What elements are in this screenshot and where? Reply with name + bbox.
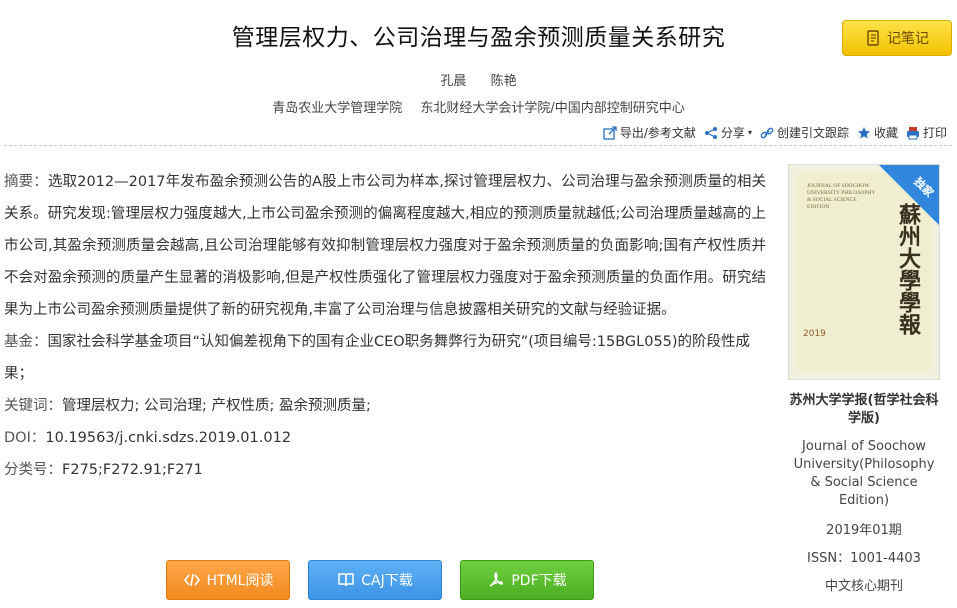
share-button[interactable]: 分享 ▾ bbox=[704, 124, 752, 141]
journal-english-name: Journal of Soochow University(Philosophy… bbox=[793, 439, 935, 508]
keywords: 关键词：管理层权力; 公司治理; 产权性质; 盈余预测质量; bbox=[4, 390, 766, 422]
caj-download-button[interactable]: CAJ下载 bbox=[308, 560, 442, 600]
organization-link[interactable]: 青岛农业大学管理学院 bbox=[272, 101, 402, 116]
star-icon bbox=[857, 126, 870, 138]
organization-list: 青岛农业大学管理学院 东北财经大学会计学院/中国内部控制研究中心 bbox=[0, 97, 957, 116]
export-icon bbox=[603, 125, 617, 140]
journal-panel: JOURNAL OF SOOCHOW UNIVERSITY PHILOSOPHY… bbox=[788, 164, 940, 594]
export-references-button[interactable]: 导出/参考文献 bbox=[603, 124, 696, 141]
author-link[interactable]: 陈艳 bbox=[491, 74, 517, 89]
classification-label: 分类号： bbox=[4, 462, 62, 478]
link-icon bbox=[760, 127, 774, 138]
create-citation-tracking-button[interactable]: 创建引文跟踪 bbox=[760, 124, 849, 141]
journal-core-status: 中文核心期刊 bbox=[824, 579, 903, 594]
abstract: 摘要：选取2012—2017年发布盈余预测公告的A股上市公司为样本,探讨管理层权… bbox=[4, 166, 766, 326]
organization-link[interactable]: 东北财经大学会计学院/中国内部控制研究中心 bbox=[420, 101, 684, 116]
print-button[interactable]: 打印 bbox=[906, 124, 947, 141]
keywords-label: 关键词： bbox=[4, 398, 62, 414]
journal-cover-image[interactable]: JOURNAL OF SOOCHOW UNIVERSITY PHILOSOPHY… bbox=[788, 164, 940, 380]
journal-issue-link[interactable]: 2019年01期 bbox=[788, 519, 940, 538]
share-icon bbox=[704, 126, 717, 139]
journal-name-link[interactable]: 苏州大学学报(哲学社会科学版) bbox=[788, 392, 940, 428]
pdf-icon bbox=[489, 571, 504, 587]
keywords-links[interactable]: 管理层权力; 公司治理; 产权性质; 盈余预测质量; bbox=[62, 398, 371, 414]
author-link[interactable]: 孔晨 bbox=[440, 74, 466, 89]
doi-label: DOI： bbox=[4, 430, 46, 446]
fund-link[interactable]: 国家社会科学基金项目“认知偏差视角下的国有企业CEO职务舞弊行为研究”(项目编号… bbox=[4, 334, 750, 382]
classification-value: F275;F272.91;F271 bbox=[62, 462, 203, 478]
favorite-button[interactable]: 收藏 bbox=[857, 124, 898, 141]
take-notes-label: 记笔记 bbox=[887, 31, 929, 47]
printer-icon bbox=[906, 126, 919, 139]
fund: 基金：国家社会科学基金项目“认知偏差视角下的国有企业CEO职务舞弊行为研究”(项… bbox=[4, 326, 766, 390]
code-icon bbox=[183, 573, 200, 587]
doi: DOI：10.19563/j.cnki.sdzs.2019.01.012 bbox=[4, 422, 766, 454]
notebook-icon bbox=[867, 30, 879, 46]
article-details: 摘要：选取2012—2017年发布盈余预测公告的A股上市公司为样本,探讨管理层权… bbox=[4, 166, 766, 486]
abstract-label: 摘要： bbox=[4, 174, 48, 190]
html-read-button[interactable]: HTML阅读 bbox=[166, 560, 290, 600]
article-toolbar: 导出/参考文献 分享 ▾ 创建引文跟踪 收藏 打印 bbox=[603, 124, 947, 141]
book-icon bbox=[338, 573, 354, 587]
pdf-download-button[interactable]: PDF下载 bbox=[460, 560, 594, 600]
download-buttons: HTML阅读 CAJ下载 PDF下载 bbox=[166, 560, 594, 600]
take-notes-button[interactable]: 记笔记 bbox=[842, 20, 952, 56]
journal-issn: ISSN：1001-4403 bbox=[807, 551, 921, 566]
cover-year: 2019 bbox=[803, 329, 826, 339]
cover-english-title: JOURNAL OF SOOCHOW UNIVERSITY PHILOSOPHY… bbox=[807, 183, 876, 210]
abstract-text: 选取2012—2017年发布盈余预测公告的A股上市公司为样本,探讨管理层权力、公… bbox=[4, 174, 767, 318]
author-list: 孔晨 陈艳 bbox=[0, 70, 957, 89]
classification: 分类号：F275;F272.91;F271 bbox=[4, 454, 766, 486]
divider bbox=[4, 145, 952, 146]
exclusive-badge: 独家 bbox=[879, 165, 939, 225]
chevron-down-icon: ▾ bbox=[747, 128, 752, 137]
doi-value: 10.19563/j.cnki.sdzs.2019.01.012 bbox=[45, 430, 292, 446]
fund-label: 基金： bbox=[4, 334, 48, 350]
page-title: 管理层权力、公司治理与盈余预测质量关系研究 bbox=[231, 25, 726, 51]
